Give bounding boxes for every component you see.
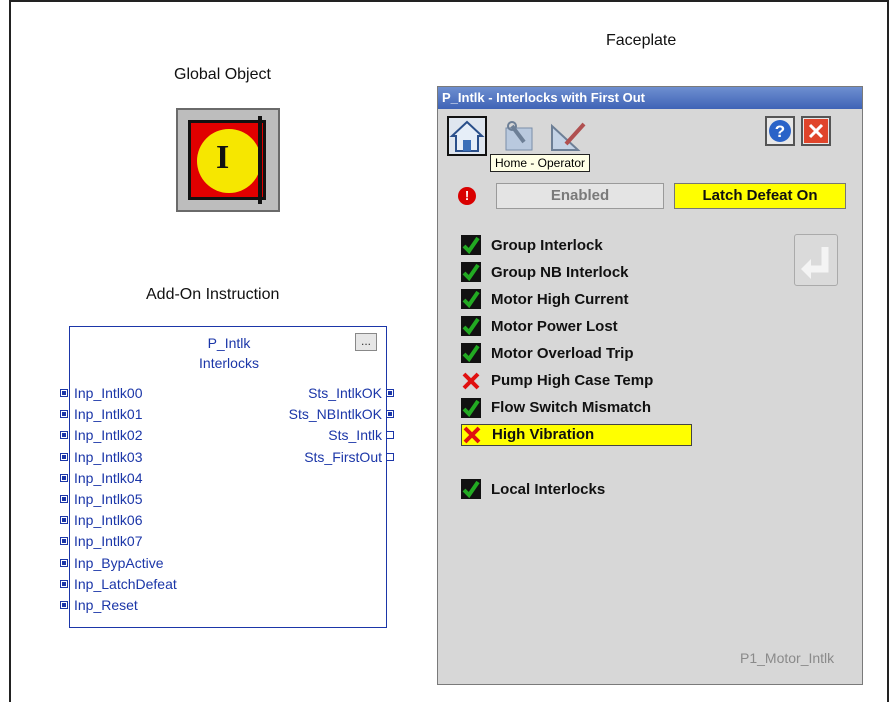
- input-pin-marker[interactable]: [60, 473, 68, 482]
- aoi-input-pin: Inp_Intlk01: [74, 406, 143, 423]
- interlock-label: Motor High Current: [491, 290, 629, 308]
- check-icon: [461, 289, 481, 310]
- reset-button[interactable]: [794, 234, 838, 286]
- interlock-label: High Vibration: [492, 426, 595, 444]
- help-icon: ?: [769, 120, 791, 142]
- check-icon: [461, 397, 481, 418]
- aoi-input-pin: Inp_BypActive: [74, 554, 164, 571]
- aoi-input-pin: Inp_Intlk07: [74, 533, 143, 550]
- check-icon: [461, 262, 481, 283]
- alarm-indicator-icon: !: [458, 187, 476, 205]
- input-pin-marker[interactable]: [60, 431, 68, 440]
- aoi-input-pin: Inp_Intlk00: [74, 385, 143, 401]
- output-pin-marker[interactable]: [386, 389, 394, 397]
- interlock-label: Motor Overload Trip: [491, 344, 634, 362]
- interlock-row: Motor High Current: [461, 288, 628, 310]
- x-fault-icon: [462, 372, 480, 389]
- triangle-ruler-icon: [551, 122, 586, 151]
- aoi-input-pin: Inp_LatchDefeat: [74, 575, 177, 592]
- aoi-output-pin: Sts_Intlk: [328, 427, 382, 444]
- check-icon: [461, 235, 481, 255]
- help-button[interactable]: ?: [765, 116, 795, 146]
- home-operator-button[interactable]: [447, 116, 487, 156]
- wrench-icon: [505, 121, 533, 151]
- home-icon: [449, 120, 485, 152]
- interlock-row: Group Interlock: [461, 234, 603, 256]
- interlock-row: Group NB Interlock: [461, 261, 629, 283]
- aoi-output-pin: Sts_NBIntlkOK: [288, 406, 382, 423]
- aoi-input-pin: Inp_Intlk04: [74, 469, 143, 486]
- interlock-label: Group Interlock: [491, 236, 603, 254]
- aoi-config-button[interactable]: ...: [355, 333, 377, 351]
- reset-arrow-icon: [801, 247, 829, 279]
- aoi-input-pin: Inp_Reset: [74, 597, 138, 613]
- interlock-label: Local Interlocks: [491, 480, 606, 498]
- global-object-icon[interactable]: I: [176, 108, 280, 212]
- interlock-row: Motor Overload Trip: [461, 342, 634, 364]
- interlock-label: Flow Switch Mismatch: [491, 399, 652, 417]
- aoi-output-pin: Sts_IntlkOK: [308, 385, 382, 401]
- x-fault-icon: [463, 426, 481, 444]
- close-button[interactable]: [801, 116, 831, 146]
- input-pin-marker[interactable]: [60, 601, 68, 609]
- aoi-description: Interlocks: [199, 355, 259, 371]
- interlock-row: Pump High Case Temp: [461, 370, 653, 392]
- global-object-caption: Global Object: [174, 66, 271, 83]
- check-icon: [461, 343, 481, 364]
- input-pin-marker[interactable]: [60, 410, 68, 419]
- interlock-row: High Vibration: [461, 423, 692, 446]
- aoi-caption: Add-On Instruction: [146, 286, 280, 303]
- home-tooltip: Home - Operator: [490, 154, 591, 172]
- interlock-row: Flow Switch Mismatch: [461, 397, 651, 419]
- aoi-input-pin: Inp_Intlk03: [74, 448, 143, 465]
- input-pin-marker[interactable]: [60, 389, 68, 397]
- aoi-input-pin: Inp_Intlk06: [74, 512, 143, 529]
- input-pin-marker[interactable]: [60, 579, 68, 588]
- input-pin-marker[interactable]: [60, 558, 68, 567]
- faceplate-tag: P1_Motor_Intlk: [740, 650, 835, 666]
- input-pin-marker[interactable]: [60, 452, 68, 461]
- global-object-graphic: I: [188, 120, 266, 200]
- aoi-name: P_Intlk: [207, 335, 251, 351]
- output-pin-marker[interactable]: [386, 431, 394, 440]
- interlock-i-glyph: I: [216, 139, 230, 176]
- faceplate-caption: Faceplate: [606, 32, 677, 49]
- faceplate-title: P_Intlk - Interlocks with First Out: [438, 87, 862, 109]
- connector-rail: [258, 116, 272, 204]
- latch-defeat-status: Latch Defeat On: [674, 183, 846, 209]
- input-pin-marker[interactable]: [60, 537, 68, 546]
- input-pin-marker[interactable]: [60, 516, 68, 525]
- check-icon: [461, 316, 481, 337]
- interlock-label: Pump High Case Temp: [491, 372, 654, 389]
- aoi-output-pin: Sts_FirstOut: [304, 448, 382, 465]
- aoi-input-pin: Inp_Intlk05: [74, 491, 143, 507]
- interlock-label: Group NB Interlock: [491, 263, 629, 281]
- output-pin-marker[interactable]: [386, 452, 394, 461]
- aoi-input-pin: Inp_Intlk02: [74, 427, 143, 444]
- interlock-row: Motor Power Lost: [461, 315, 618, 337]
- close-icon: [804, 119, 828, 143]
- svg-text:?: ?: [775, 122, 785, 141]
- enabled-status: Enabled: [496, 183, 664, 209]
- interlock-label: Motor Power Lost: [491, 317, 618, 335]
- check-icon: [461, 479, 481, 499]
- interlock-row: Local Interlocks: [461, 478, 605, 500]
- input-pin-marker[interactable]: [60, 495, 68, 503]
- output-pin-marker[interactable]: [386, 410, 394, 419]
